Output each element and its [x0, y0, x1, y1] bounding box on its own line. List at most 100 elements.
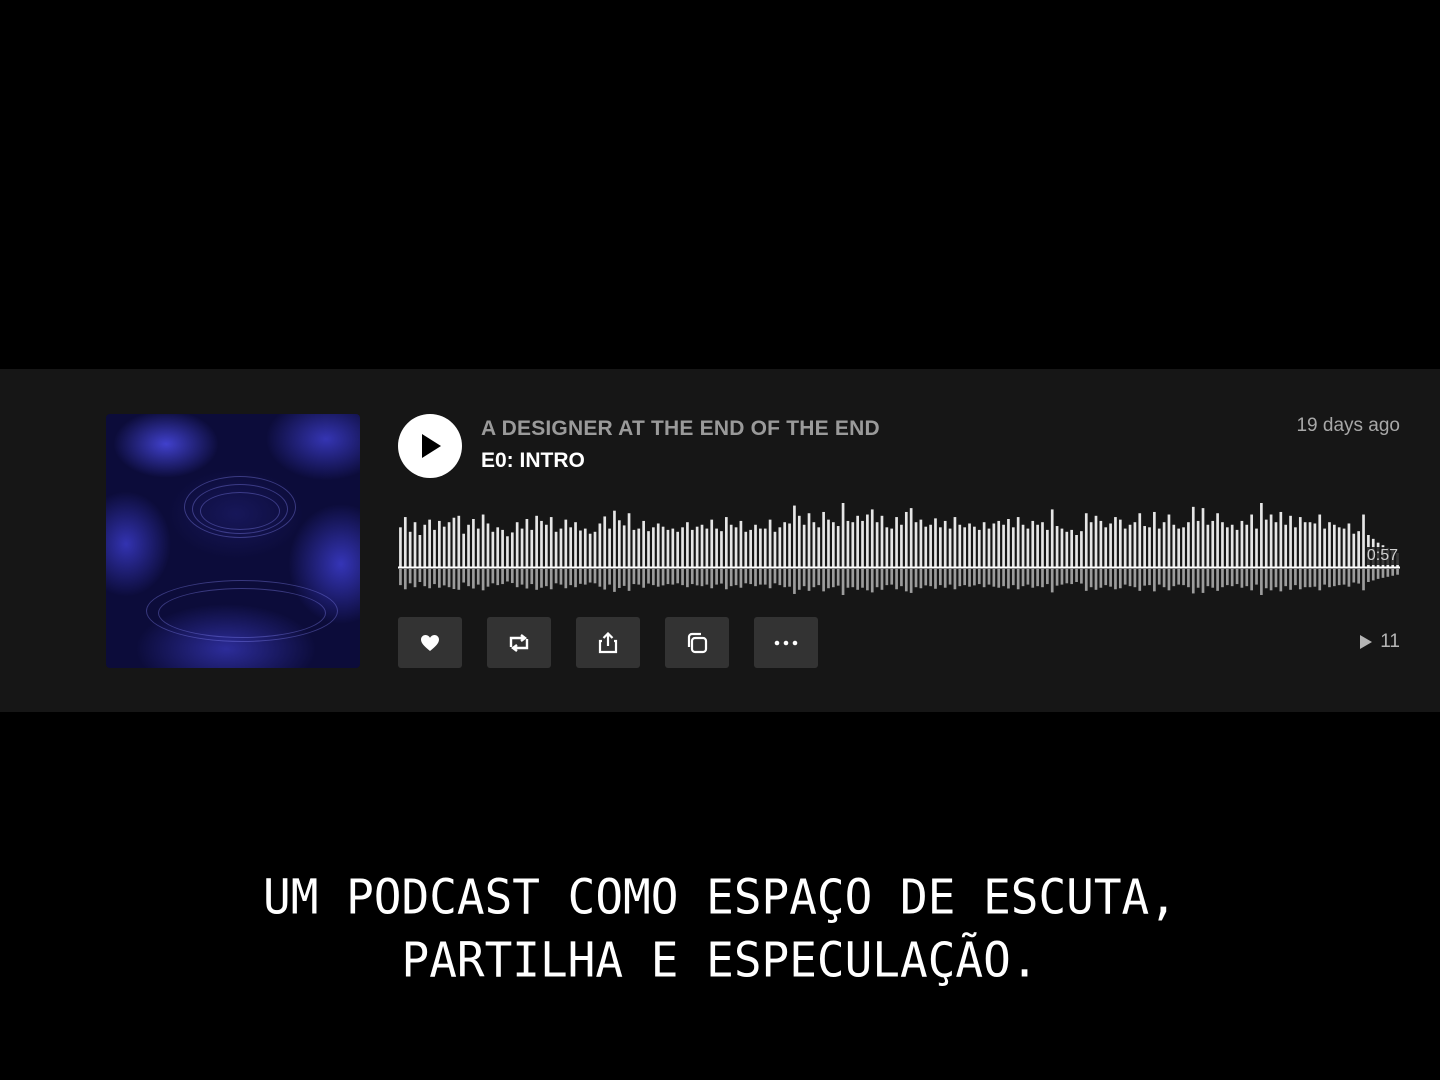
waveform-bar-reflection[interactable]	[924, 569, 928, 586]
waveform-bar-reflection[interactable]	[788, 569, 791, 587]
waveform-bar[interactable]	[632, 529, 636, 567]
waveform-bar[interactable]	[943, 520, 947, 567]
waveform-bar-reflection[interactable]	[510, 569, 514, 584]
waveform-bar-reflection[interactable]	[1021, 569, 1025, 587]
waveform-bar-reflection[interactable]	[807, 569, 811, 591]
waveform-bar-reflection[interactable]	[1313, 569, 1317, 587]
waveform-bar-reflection[interactable]	[491, 569, 495, 584]
waveform-bar-reflection[interactable]	[554, 569, 558, 584]
waveform-bar-reflection[interactable]	[627, 569, 631, 591]
waveform-bar-reflection[interactable]	[608, 569, 611, 585]
waveform-bar[interactable]	[1284, 524, 1288, 567]
waveform-bar-reflection[interactable]	[739, 569, 743, 588]
waveform-bar-reflection[interactable]	[904, 569, 908, 592]
waveform-bar-reflection[interactable]	[1337, 569, 1341, 586]
waveform-bar-reflection[interactable]	[1094, 569, 1098, 590]
waveform-bar-reflection[interactable]	[1376, 569, 1380, 579]
waveform-bar[interactable]	[744, 531, 748, 567]
waveform-bar[interactable]	[1031, 520, 1035, 567]
waveform-bar-reflection[interactable]	[1352, 569, 1356, 583]
waveform-bar[interactable]	[476, 528, 480, 567]
waveform-bar-reflection[interactable]	[613, 569, 616, 592]
waveform-bar[interactable]	[788, 523, 791, 567]
waveform-bar[interactable]	[992, 523, 996, 567]
waveform-bar-reflection[interactable]	[1396, 569, 1399, 575]
waveform-bar[interactable]	[506, 536, 509, 567]
waveform-bar[interactable]	[797, 515, 801, 567]
waveform-bar[interactable]	[1240, 520, 1244, 567]
waveform-bar[interactable]	[1333, 524, 1336, 567]
waveform-bar[interactable]	[861, 520, 864, 567]
waveform-bar[interactable]	[462, 533, 466, 567]
waveform-bar[interactable]	[1211, 520, 1215, 567]
waveform-bar-reflection[interactable]	[1157, 569, 1161, 585]
waveform-bar-reflection[interactable]	[656, 569, 660, 587]
waveform-bar[interactable]	[1274, 522, 1278, 567]
waveform-bar[interactable]	[1167, 514, 1171, 567]
waveform-bar-reflection[interactable]	[1298, 569, 1302, 590]
waveform-bar-reflection[interactable]	[1031, 569, 1035, 588]
waveform-bar[interactable]	[1153, 511, 1156, 567]
waveform-bar-reflection[interactable]	[1284, 569, 1288, 587]
waveform-bar[interactable]	[997, 520, 1001, 567]
waveform-bar-reflection[interactable]	[1011, 569, 1015, 586]
waveform-bar[interactable]	[734, 527, 738, 567]
waveform-bar[interactable]	[885, 527, 889, 567]
waveform-bar-reflection[interactable]	[841, 569, 845, 595]
waveform-bar[interactable]	[812, 522, 816, 567]
waveform-bar-reflection[interactable]	[666, 569, 670, 585]
waveform-bar[interactable]	[525, 519, 529, 567]
waveform-bar[interactable]	[817, 527, 821, 567]
waveform-bar-reflection[interactable]	[1026, 569, 1030, 585]
waveform-bar[interactable]	[598, 523, 602, 567]
waveform-bar-reflection[interactable]	[1260, 569, 1263, 595]
waveform-bar-reflection[interactable]	[822, 569, 825, 592]
waveform-bar-reflection[interactable]	[413, 569, 417, 588]
waveform-bar[interactable]	[671, 528, 675, 567]
waveform-bar-reflection[interactable]	[671, 569, 675, 585]
waveform-bar-reflection[interactable]	[1187, 569, 1190, 588]
waveform-bar[interactable]	[1225, 527, 1229, 567]
waveform-bar-reflection[interactable]	[1323, 569, 1326, 585]
waveform-bar[interactable]	[1352, 533, 1356, 567]
waveform-bar-reflection[interactable]	[652, 569, 655, 586]
waveform-bar[interactable]	[1298, 517, 1302, 567]
waveform-bar[interactable]	[438, 520, 441, 567]
waveform-bar[interactable]	[530, 529, 534, 567]
waveform-bar-reflection[interactable]	[1294, 569, 1297, 586]
waveform-bar[interactable]	[1318, 514, 1322, 567]
waveform-bar[interactable]	[924, 526, 928, 567]
waveform-bar[interactable]	[1294, 527, 1297, 567]
waveform-bar-reflection[interactable]	[982, 569, 986, 588]
waveform-bar[interactable]	[617, 520, 621, 567]
waveform-bar-reflection[interactable]	[423, 569, 427, 587]
waveform-bar-reflection[interactable]	[1080, 569, 1083, 584]
waveform-bar[interactable]	[1007, 519, 1010, 567]
waveform-bar[interactable]	[666, 529, 670, 567]
waveform-bar-reflection[interactable]	[749, 569, 752, 585]
waveform-bar[interactable]	[413, 522, 417, 567]
waveform-bar[interactable]	[1089, 522, 1093, 567]
waveform-bar-reflection[interactable]	[1371, 569, 1375, 581]
waveform-bar[interactable]	[1216, 513, 1219, 567]
waveform-bar-reflection[interactable]	[617, 569, 621, 588]
track-artwork[interactable]	[106, 414, 360, 668]
waveform-bar[interactable]	[457, 515, 461, 567]
waveform-bar-reflection[interactable]	[442, 569, 446, 586]
waveform-bar[interactable]	[890, 528, 894, 567]
waveform-bar-reflection[interactable]	[870, 569, 874, 593]
waveform-bar[interactable]	[929, 524, 932, 567]
waveform-bar-reflection[interactable]	[433, 569, 436, 585]
waveform-bar-reflection[interactable]	[1362, 569, 1365, 591]
waveform-bar-reflection[interactable]	[1084, 569, 1088, 591]
waveform-bar[interactable]	[559, 528, 563, 567]
waveform-bar-reflection[interactable]	[1191, 569, 1195, 594]
waveform-bar[interactable]	[802, 524, 806, 567]
waveform-bar-reflection[interactable]	[1118, 569, 1122, 589]
waveform-bar-reflection[interactable]	[574, 569, 577, 588]
waveform-bar[interactable]	[1157, 528, 1161, 567]
waveform-bar-reflection[interactable]	[939, 569, 942, 586]
waveform-bar-reflection[interactable]	[695, 569, 699, 586]
waveform-bar[interactable]	[1264, 519, 1268, 567]
waveform-bar-reflection[interactable]	[1196, 569, 1200, 588]
